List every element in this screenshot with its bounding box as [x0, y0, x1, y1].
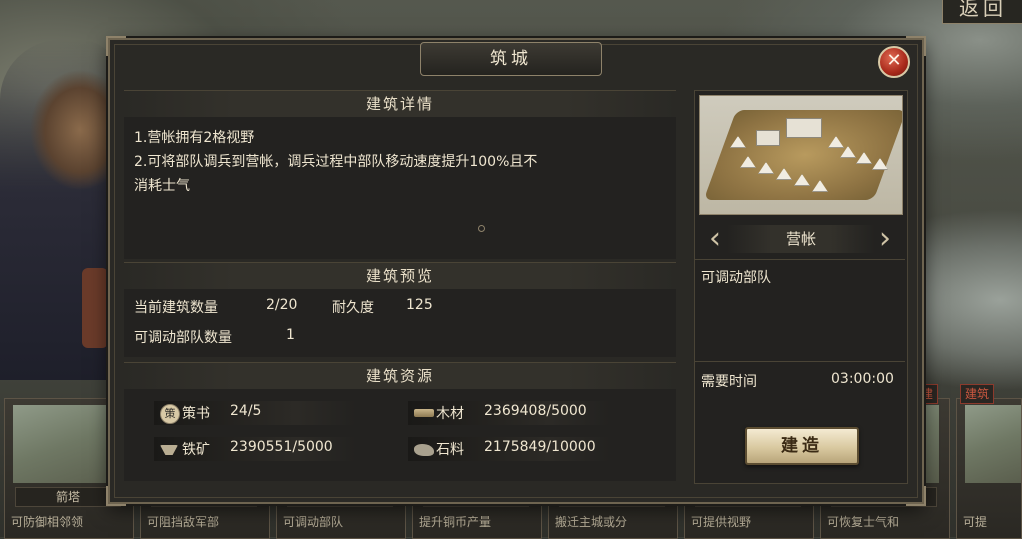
resource-label: 策书: [182, 406, 210, 422]
building-card-image: [965, 405, 1021, 483]
building-card[interactable]: 可提: [956, 398, 1022, 539]
scroll-indicator-icon: [478, 225, 485, 232]
building-card-desc: 搬迁主城或分: [555, 515, 628, 529]
building-name: 营帐: [727, 225, 875, 253]
building-card-desc: 可恢复士气和: [827, 515, 900, 529]
details-header: 建筑详情: [124, 90, 676, 117]
building-select-panel: ‹ 营帐 › 可调动部队 需要时间 03:00:00 建造: [694, 90, 908, 484]
building-card-desc: 可调动部队: [283, 515, 344, 529]
scroll-icon: [82, 268, 108, 348]
divider: [695, 361, 905, 362]
durability-label: 耐久度: [332, 300, 374, 316]
building-card-desc: 可提供视野: [691, 515, 752, 529]
frame-corner: [106, 36, 126, 56]
preview-hall: [786, 118, 822, 138]
building-preview-image: [699, 95, 903, 215]
chevron-right-icon[interactable]: ›: [875, 223, 895, 255]
troops-value: 1: [286, 327, 295, 343]
build-button[interactable]: 建造: [745, 427, 859, 465]
resource-value: 24/5: [230, 403, 262, 419]
frame-corner: [906, 36, 926, 56]
building-description: 可调动部队: [701, 270, 771, 286]
building-card-desc: 可阻挡敌军部: [147, 515, 220, 529]
building-card-desc: 提升铜币产量: [419, 515, 492, 529]
preview-header: 建筑预览: [124, 262, 676, 289]
resource-label: 铁矿: [182, 442, 210, 458]
back-button[interactable]: 返回: [942, 0, 1022, 24]
resources-body: 策 策书 24/5 木材 2369408/5000 铁矿 2390551/500…: [124, 389, 676, 481]
resource-label: 石料: [436, 442, 464, 458]
detail-line: 1.营帐拥有2格视野: [134, 130, 255, 146]
detail-line: 2.可将部队调兵到营帐，调兵过程中部队移动速度提升100%且不: [134, 154, 538, 170]
resource-value: 2175849/10000: [484, 439, 596, 455]
dialog-title: 筑城: [420, 42, 602, 76]
resource-value: 2390551/5000: [230, 439, 333, 455]
time-value: 03:00:00: [831, 371, 894, 387]
building-card-desc: 可提: [963, 515, 988, 529]
resources-header: 建筑资源: [124, 362, 676, 389]
stone-icon: [414, 444, 434, 456]
frame-corner: [906, 486, 926, 506]
wood-icon: [414, 409, 434, 417]
preview-hall: [756, 130, 780, 146]
resource-decree: 策 策书 24/5: [154, 401, 356, 425]
construct-dialog: 筑城 ✕ 建筑详情 1.营帐拥有2格视野 2.可将部队调兵到营帐，调兵过程中部队…: [106, 36, 926, 506]
details-body: 1.营帐拥有2格视野 2.可将部队调兵到营帐，调兵过程中部队移动速度提升100%…: [124, 117, 676, 259]
resource-label: 木材: [436, 406, 464, 422]
building-card-desc: 可防御相邻领: [11, 515, 84, 529]
chevron-left-icon[interactable]: ‹: [705, 223, 725, 255]
resource-wood: 木材 2369408/5000: [408, 401, 610, 425]
iron-icon: [160, 445, 178, 455]
status-tag: 建筑: [960, 384, 995, 404]
preview-body: 当前建筑数量 2/20 耐久度 125 可调动部队数量 1: [124, 289, 676, 357]
building-card-image: [13, 405, 123, 483]
count-label: 当前建筑数量: [134, 300, 218, 316]
resource-iron: 铁矿 2390551/5000: [154, 437, 356, 461]
divider: [695, 259, 905, 260]
resource-value: 2369408/5000: [484, 403, 587, 419]
frame-corner: [106, 486, 126, 506]
count-value: 2/20: [266, 297, 298, 313]
decree-icon: 策: [160, 404, 180, 424]
troops-label: 可调动部队数量: [134, 330, 232, 346]
detail-line: 消耗士气: [134, 178, 190, 194]
close-icon[interactable]: ✕: [878, 46, 910, 78]
building-info-panel: 建筑详情 1.营帐拥有2格视野 2.可将部队调兵到营帐，调兵过程中部队移动速度提…: [124, 90, 676, 486]
durability-value: 125: [406, 297, 433, 313]
resource-stone: 石料 2175849/10000: [408, 437, 610, 461]
time-label: 需要时间: [701, 374, 757, 390]
